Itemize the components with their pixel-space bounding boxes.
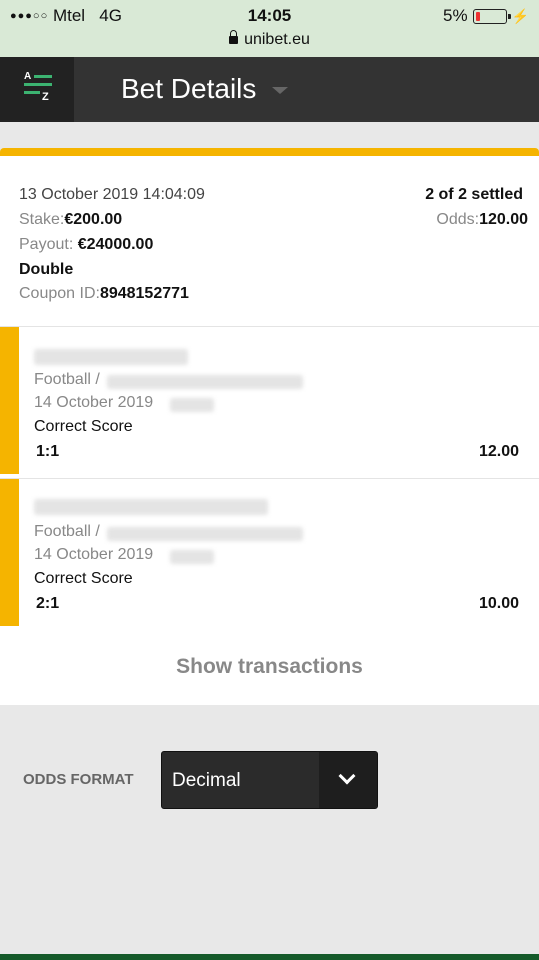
odds-format-select[interactable]: Decimal <box>161 751 378 809</box>
stake-value: €200.00 <box>64 211 123 228</box>
leg-accent-bar <box>0 479 19 626</box>
payout-value: €24000.00 <box>77 236 154 253</box>
odds-row: Odds:120.00 <box>436 211 528 229</box>
leg-sport: Football / <box>34 371 100 388</box>
chevron-down-icon <box>338 767 356 785</box>
odds-label: Odds: <box>436 211 480 228</box>
sort-icon-a: A <box>24 71 32 82</box>
battery-icon <box>472 8 511 24</box>
address-bar[interactable]: unibet.eu <box>0 30 539 49</box>
redacted-event-name <box>34 499 268 515</box>
sort-icon-line <box>24 91 40 94</box>
caret-down-icon[interactable] <box>272 87 288 94</box>
payout-label: Payout: <box>19 236 74 253</box>
coupon-row: Coupon ID:8948152771 <box>19 285 189 303</box>
card-accent-bar <box>0 148 539 156</box>
charging-icon: ⚡ <box>511 7 529 24</box>
url-text: unibet.eu <box>244 31 310 48</box>
sort-icon-line <box>34 75 52 78</box>
leg-market: Correct Score <box>34 570 133 587</box>
redacted-event-name <box>34 349 188 365</box>
stake-label: Stake: <box>19 211 65 228</box>
coupon-id: 8948152771 <box>99 285 189 302</box>
bet-type: Double <box>19 261 74 278</box>
bet-leg[interactable]: Football / 14 October 2019 Correct Score… <box>0 326 539 474</box>
redacted-league <box>107 375 303 389</box>
redacted-time <box>170 398 214 412</box>
bet-leg[interactable]: Football / 14 October 2019 Correct Score… <box>0 478 539 626</box>
sort-icon-line <box>24 83 52 86</box>
settled-status: 2 of 2 settled <box>425 186 523 203</box>
payout-row: Payout: €24000.00 <box>19 236 153 254</box>
leg-date: 14 October 2019 <box>34 394 154 411</box>
leg-accent-bar <box>0 327 19 474</box>
sort-icon-z: Z <box>42 91 49 103</box>
redacted-time <box>170 550 214 564</box>
odds-format-label: ODDS FORMAT <box>23 771 134 788</box>
sort-menu-button[interactable]: A Z <box>0 57 74 122</box>
odds-format-dropdown-button[interactable] <box>319 752 377 808</box>
leg-date: 14 October 2019 <box>34 546 154 563</box>
leg-sport: Football / <box>34 523 100 540</box>
leg-odds: 12.00 <box>478 443 519 460</box>
leg-selection: 2:1 <box>36 595 60 612</box>
coupon-label: Coupon ID: <box>19 285 100 302</box>
leg-market: Correct Score <box>34 418 133 435</box>
odds-value: 120.00 <box>479 211 528 228</box>
leg-selection: 1:1 <box>36 443 60 460</box>
page-title[interactable]: Bet Details <box>121 73 256 105</box>
status-bar: ●●●○○ Mtel 4G 14:05 5% ⚡ unibet.eu <box>0 0 539 57</box>
odds-format-value: Decimal <box>172 770 241 791</box>
bet-placed-date: 13 October 2019 14:04:09 <box>19 186 205 203</box>
footer-bar <box>0 954 539 960</box>
redacted-league <box>107 527 303 541</box>
lock-icon <box>229 30 239 44</box>
app-header: A Z Bet Details <box>0 57 539 122</box>
stake-row: Stake:€200.00 <box>19 211 122 229</box>
leg-odds: 10.00 <box>478 595 519 612</box>
show-transactions-button[interactable]: Show transactions <box>0 655 539 679</box>
battery-percent: 5% <box>442 6 468 25</box>
battery-info: 5% ⚡ <box>443 6 529 26</box>
